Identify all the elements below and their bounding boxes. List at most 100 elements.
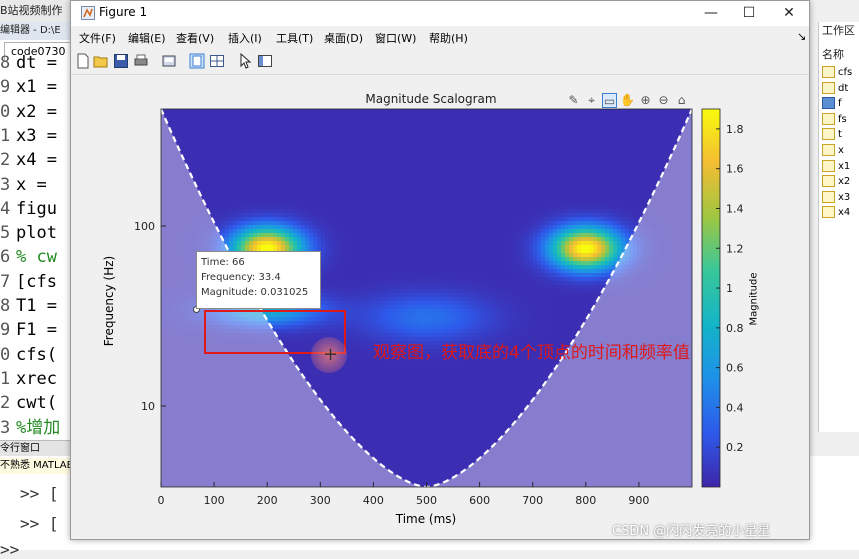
workspace-var-x2[interactable]: x2 (822, 174, 850, 189)
x-tick-label: 300 (310, 494, 331, 507)
matrix-icon (822, 144, 835, 156)
datatip-time: Time: 66 (201, 255, 316, 270)
datatip-magnitude: Magnitude: 0.031025 (201, 285, 316, 300)
y-axis-label: Frequency (Hz) (102, 241, 116, 361)
workspace-var-cfs[interactable]: cfs (822, 65, 852, 80)
x-tick-label: 100 (204, 494, 225, 507)
workspace-var-label: cfs (838, 67, 852, 78)
code-text: cwt( (16, 393, 57, 413)
workspace-var-dt[interactable]: dt (822, 81, 848, 96)
x-tick-label: 500 (416, 494, 437, 507)
matrix-icon (822, 128, 835, 140)
line-number: 2 (0, 392, 16, 414)
code-line[interactable]: 0x2 = (0, 101, 57, 123)
scalogram-plot[interactable]: 0100200300400500600700800900 10010 1.81.… (71, 1, 811, 541)
code-text: x2 = (16, 102, 57, 122)
x-tick-label: 0 (158, 494, 165, 507)
x-tick-label: 800 (575, 494, 596, 507)
code-line[interactable]: 9F1 = (0, 319, 57, 341)
code-text: T1 = (16, 296, 57, 316)
code-line[interactable]: 2x4 = (0, 149, 57, 171)
workspace-var-x[interactable]: x (822, 143, 844, 158)
line-number: 6 (0, 246, 16, 268)
command-window-bar: 令行窗口 (0, 440, 72, 457)
workspace-var-f[interactable]: f (822, 96, 842, 111)
x-tick-label: 900 (628, 494, 649, 507)
colorbar-tick-label: 0.6 (726, 362, 744, 375)
code-text: x1 = (16, 77, 57, 97)
line-number: 4 (0, 198, 16, 220)
workspace-var-label: fs (838, 114, 847, 125)
colorbar (702, 109, 720, 487)
line-number: 1 (0, 125, 16, 147)
datatip-frequency: Frequency: 33.4 (201, 270, 316, 285)
workspace-title: 工作区 (822, 22, 855, 38)
workspace-var-fs[interactable]: fs (822, 112, 847, 127)
colorbar-tick-label: 1 (726, 282, 733, 295)
code-text: x = (16, 175, 47, 195)
colorbar-tick-label: 1.4 (726, 202, 744, 215)
colorbar-tick-label: 1.2 (726, 242, 744, 255)
workspace-var-x1[interactable]: x1 (822, 159, 850, 174)
code-line[interactable]: 7[cfs (0, 271, 57, 293)
line-number: 7 (0, 271, 16, 293)
line-number: 8 (0, 295, 16, 317)
line-number: 3 (0, 174, 16, 196)
workspace-header[interactable]: 名称 (822, 46, 844, 62)
workspace-var-label: f (838, 98, 842, 109)
code-line[interactable]: 8dt = (0, 52, 57, 74)
code-line[interactable]: 8T1 = (0, 295, 57, 317)
x-axis-label: Time (ms) (326, 512, 526, 526)
annotation-text: 观察图，获取底的4个顶点的时间和频率值 (373, 338, 690, 363)
code-line[interactable]: 3x = (0, 174, 47, 196)
code-text: x3 = (16, 126, 57, 146)
code-line[interactable]: 1x3 = (0, 125, 57, 147)
code-line[interactable]: 0cfs( (0, 344, 57, 366)
code-text: xrec (16, 369, 57, 389)
workspace-var-x4[interactable]: x4 (822, 205, 850, 220)
workspace-var-x3[interactable]: x3 (822, 190, 850, 205)
line-number: 5 (0, 222, 16, 244)
code-line[interactable]: 5plot (0, 222, 57, 244)
code-line[interactable]: 3%增加 (0, 417, 60, 439)
workspace-var-label: x (838, 145, 844, 156)
code-line[interactable]: 2cwt( (0, 392, 57, 414)
line-number: 0 (0, 344, 16, 366)
command-prompt: >> [ (20, 484, 59, 503)
code-text: x4 = (16, 150, 57, 170)
x-tick-label: 700 (522, 494, 543, 507)
command-prompt: >> [ (20, 514, 59, 533)
code-line[interactable]: 9x1 = (0, 76, 57, 98)
code-line[interactable]: 6% cw (0, 246, 57, 268)
watermark: CSDN @闪闪发亮的小星星 (612, 520, 770, 539)
code-text: figu (16, 199, 57, 219)
matrix-icon (822, 206, 835, 218)
code-line[interactable]: 1xrec (0, 368, 57, 390)
code-text: % cw (16, 247, 57, 267)
line-number: 0 (0, 101, 16, 123)
command-hint[interactable]: 不熟悉 MATLAB (0, 458, 80, 474)
code-text: %增加 (16, 418, 60, 438)
datatip[interactable]: Time: 66 Frequency: 33.4 Magnitude: 0.03… (196, 251, 321, 309)
code-text: cfs( (16, 345, 57, 365)
x-tick-label: 200 (257, 494, 278, 507)
matrix-icon (822, 191, 835, 203)
matrix-icon (822, 160, 835, 172)
workspace-var-label: x1 (838, 161, 850, 172)
workspace-var-label: x3 (838, 192, 850, 203)
colorbar-tick-label: 1.6 (726, 163, 744, 176)
colorbar-tick-label: 1.8 (726, 123, 744, 136)
workspace-var-t[interactable]: t (822, 127, 842, 142)
matrix-icon (822, 175, 835, 187)
line-number: 1 (0, 368, 16, 390)
code-text: plot (16, 223, 57, 243)
editor-title-bar: 编辑器 - D:\E (0, 22, 72, 40)
matrix-icon (822, 82, 835, 94)
code-line[interactable]: 4figu (0, 198, 57, 220)
code-text: F1 = (16, 320, 57, 340)
colorbar-tick-label: 0.8 (726, 322, 744, 335)
x-tick-label: 400 (363, 494, 384, 507)
workspace-var-label: dt (838, 83, 848, 94)
matrix-icon (822, 66, 835, 78)
matrix-icon (822, 97, 835, 109)
